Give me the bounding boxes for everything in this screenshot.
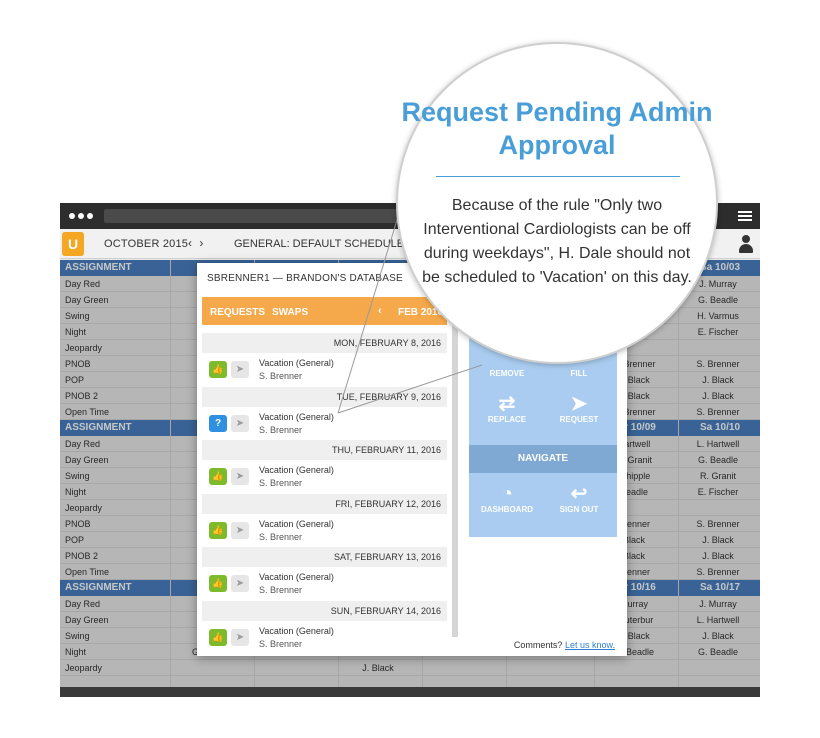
callout-divider <box>436 176 680 177</box>
stage: U OCTOBER 2015 ‹ › GENERAL: DEFAULT SCHE… <box>0 0 820 738</box>
callout-body: Because of the rule "Only two Interventi… <box>422 197 692 286</box>
callout-title: Request Pending Admin Approval <box>401 97 713 160</box>
pending-approval-callout: Request Pending Admin Approval Because o… <box>396 42 718 364</box>
